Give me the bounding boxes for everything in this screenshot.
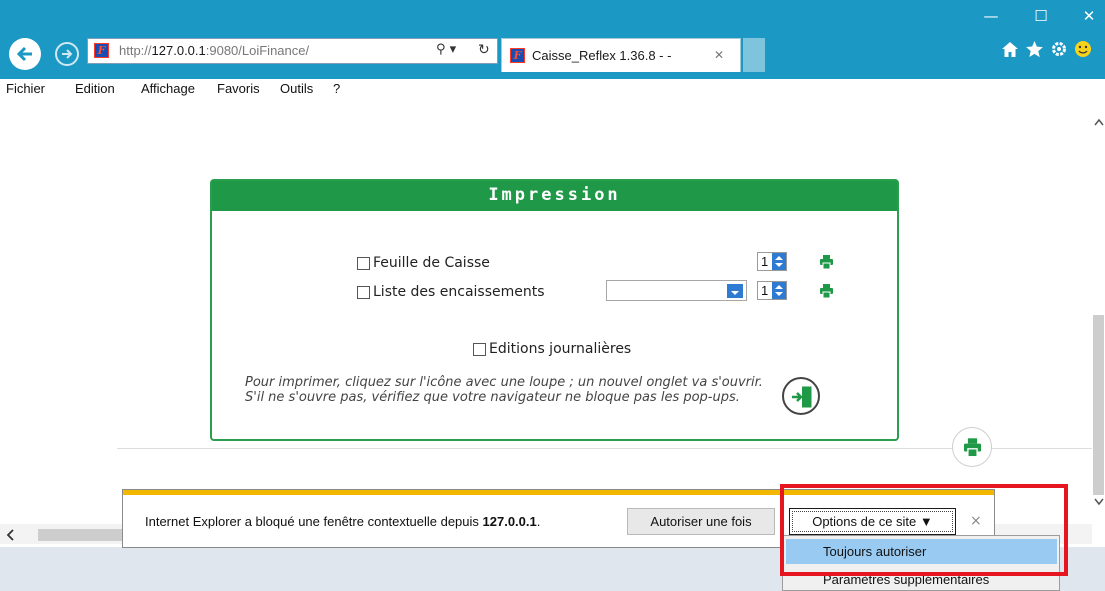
stepper-arrows-icon[interactable] <box>772 282 786 299</box>
liste-encaissements-label: Liste des encaissements <box>373 284 545 300</box>
horizontal-scroll-thumb[interactable] <box>38 529 125 541</box>
maximize-button[interactable]: ☐ <box>1028 6 1054 26</box>
feuille-copies-stepper[interactable]: 1 <box>757 252 787 271</box>
back-arrow-icon <box>16 46 32 62</box>
print-hint-text: Pour imprimer, cliquez sur l'icône avec … <box>245 375 763 405</box>
favorites-star-icon[interactable] <box>1025 40 1044 58</box>
settings-gear-icon[interactable] <box>1050 40 1068 58</box>
panel-header: Impression <box>212 181 897 211</box>
back-button[interactable] <box>9 38 41 70</box>
feuille-de-caisse-checkbox[interactable] <box>357 257 370 270</box>
smiley-feedback-icon[interactable] <box>1074 40 1092 58</box>
menu-help[interactable]: ? <box>333 81 340 96</box>
url-text[interactable]: http://127.0.0.1:9080/LoiFinance/ <box>119 43 309 58</box>
content-divider <box>117 448 1092 449</box>
vertical-scroll-thumb[interactable] <box>1093 315 1104 495</box>
scroll-up-icon[interactable] <box>1094 118 1104 126</box>
editions-journalieres-label: Editions journalières <box>489 341 632 357</box>
menu-favoris[interactable]: Favoris <box>217 81 260 96</box>
refresh-icon[interactable]: ↻ <box>478 42 490 58</box>
exit-door-icon <box>792 386 812 408</box>
print-feuille-icon[interactable] <box>819 254 834 270</box>
forward-arrow-icon <box>62 49 73 59</box>
print-button[interactable] <box>952 427 992 467</box>
red-highlight-annotation <box>780 484 1068 576</box>
liste-encaissements-checkbox[interactable] <box>357 286 370 299</box>
address-bar[interactable]: F http://127.0.0.1:9080/LoiFinance/ ⚲ ▾ … <box>87 38 498 64</box>
menu-bar: Fichier Edition Affichage Favoris Outils… <box>0 79 1105 99</box>
menu-edition[interactable]: Edition <box>75 81 115 96</box>
allow-once-button[interactable]: Autoriser une fois <box>627 508 775 535</box>
print-liste-icon[interactable] <box>819 283 834 299</box>
close-tab-icon[interactable]: ✕ <box>714 48 724 62</box>
tab-favicon-icon: F <box>510 48 525 63</box>
forward-button[interactable] <box>55 42 79 66</box>
printer-icon <box>963 438 982 458</box>
panel-title: Impression <box>488 185 621 205</box>
menu-outils[interactable]: Outils <box>280 81 313 96</box>
scroll-left-icon[interactable] <box>6 529 14 541</box>
encaissements-select[interactable] <box>606 280 747 301</box>
popup-blocked-message: Internet Explorer a bloqué une fenêtre c… <box>145 514 541 529</box>
new-tab-button[interactable] <box>743 38 765 72</box>
editions-journalieres-checkbox[interactable] <box>473 343 486 356</box>
tab-title: Caisse_Reflex 1.36.8 - - <box>532 48 672 63</box>
exit-button[interactable] <box>782 377 820 415</box>
scroll-down-icon[interactable] <box>1094 498 1104 506</box>
site-favicon-icon: F <box>94 43 109 58</box>
tab-caisse-reflex[interactable]: F Caisse_Reflex 1.36.8 - - ✕ <box>501 38 741 72</box>
select-chevron-down-icon[interactable] <box>727 284 743 298</box>
browser-titlebar: — ☐ ✕ F http://127.0.0.1:9080/LoiFinance… <box>0 0 1105 79</box>
feuille-copies-value: 1 <box>761 254 769 269</box>
browser-window: — ☐ ✕ F http://127.0.0.1:9080/LoiFinance… <box>0 0 1105 591</box>
feuille-de-caisse-label: Feuille de Caisse <box>373 255 490 271</box>
stepper-arrows-icon[interactable] <box>772 253 786 270</box>
menu-fichier[interactable]: Fichier <box>6 81 45 96</box>
home-icon[interactable] <box>1001 41 1019 58</box>
liste-copies-stepper[interactable]: 1 <box>757 281 787 300</box>
minimize-button[interactable]: — <box>978 6 1004 26</box>
search-dropdown-icon[interactable]: ⚲ ▾ <box>436 42 456 57</box>
menu-affichage[interactable]: Affichage <box>141 81 195 96</box>
close-window-button[interactable]: ✕ <box>1076 6 1102 26</box>
liste-copies-value: 1 <box>761 283 769 298</box>
